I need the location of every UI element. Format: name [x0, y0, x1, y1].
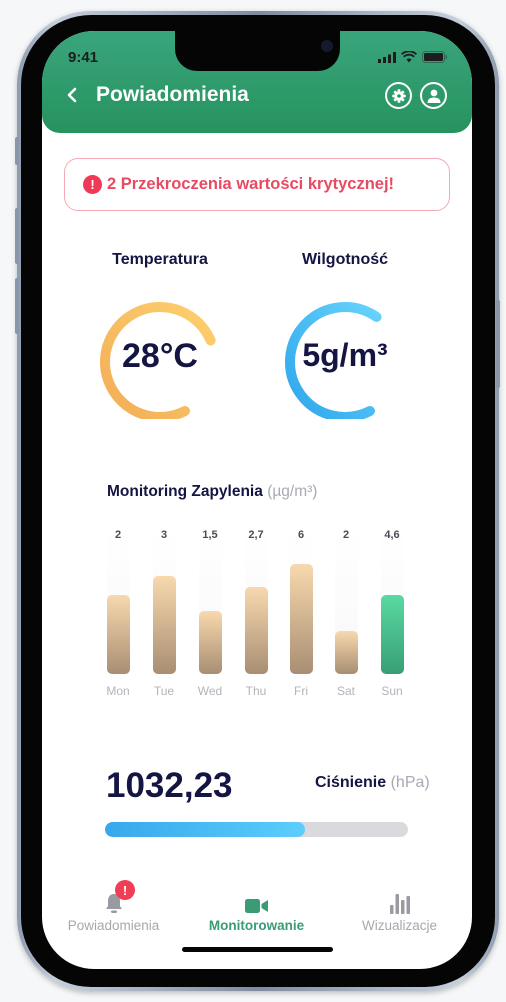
- bar-fri[interactable]: [289, 564, 313, 674]
- bar-value-label: 2: [114, 529, 122, 541]
- tab-wizualizacje[interactable]: Wizualizacje: [328, 876, 471, 933]
- x-tick-label: Thu: [245, 684, 267, 698]
- power-button: [496, 300, 500, 388]
- pressure-value: 1032,23: [106, 766, 233, 805]
- tab-label: Wizualizacje: [361, 918, 438, 933]
- volume-down-button: [15, 278, 19, 334]
- pressure-progress-track: [105, 822, 408, 837]
- tab-label: Powiadomienia: [67, 918, 160, 933]
- tab-label: Monitorowanie: [208, 918, 305, 933]
- bar-sat[interactable]: [334, 631, 358, 674]
- bar-chart-icon: [389, 894, 410, 914]
- bar-value-label: 3: [160, 529, 168, 541]
- bar-tue[interactable]: [152, 576, 176, 674]
- mute-switch: [15, 137, 19, 165]
- bar-value-label: 4,6: [384, 529, 400, 541]
- bar-value-label: 2: [342, 529, 350, 541]
- bottom-tab-bar: ! Powiadomienia Monitorowanie Wizualizac…: [42, 876, 472, 936]
- pressure-unit: (hPa): [390, 774, 430, 791]
- bar-value-label: 1,5: [202, 529, 218, 541]
- x-tick-label: Sun: [381, 684, 403, 698]
- bar-sun[interactable]: [380, 595, 404, 674]
- bar-value-label: 6: [297, 529, 305, 541]
- tab-monitorowanie[interactable]: Monitorowanie: [185, 876, 328, 933]
- video-camera-icon: [244, 899, 268, 913]
- x-tick-label: Mon: [106, 684, 130, 698]
- x-tick-label: Fri: [294, 684, 308, 698]
- pressure-label: Ciśnienie (hPa): [315, 774, 430, 792]
- bar-value-label: 2,7: [248, 529, 264, 541]
- bar-mon[interactable]: [106, 595, 130, 674]
- volume-up-button: [15, 208, 19, 264]
- home-indicator[interactable]: [182, 947, 333, 952]
- notification-badge: !: [115, 880, 135, 900]
- app-screen: 9:41 Powiadomienia ! 2 Przekroczenia war…: [42, 31, 472, 969]
- x-tick-label: Sat: [336, 684, 355, 698]
- bar-thu[interactable]: [244, 587, 268, 674]
- pressure-progress-fill: [105, 822, 305, 837]
- x-tick-label: Wed: [197, 684, 223, 698]
- x-tick-label: Tue: [153, 684, 175, 698]
- bar-wed[interactable]: [198, 611, 222, 674]
- pressure-label-text: Ciśnienie: [315, 774, 387, 791]
- tab-powiadomienia[interactable]: ! Powiadomienia: [42, 876, 185, 933]
